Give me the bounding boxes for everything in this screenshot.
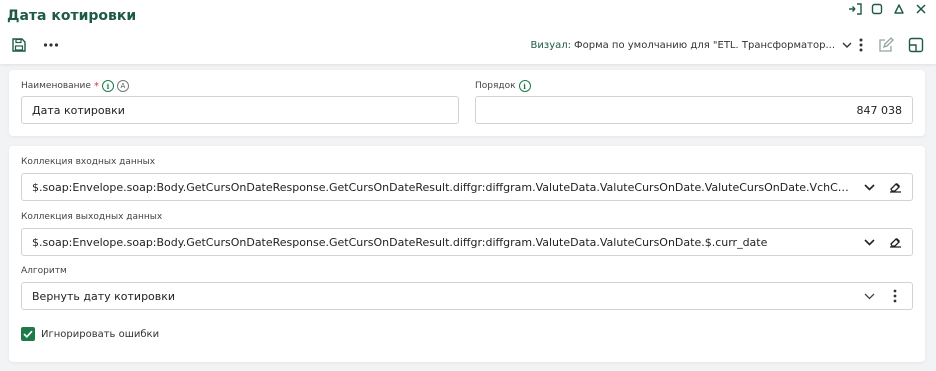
output-collection-field[interactable]: $.soap:Envelope.soap:Body.GetCursOnDateR… (21, 228, 913, 256)
name-field-label: Наименование * i A (21, 80, 129, 92)
visual-selector[interactable]: Визуал: Форма по умолчанию для "ETL. Тра… (531, 39, 854, 51)
algorithm-value: Вернуть дату котировки (32, 289, 176, 303)
output-collection-value: $.soap:Envelope.soap:Body.GetCursOnDateR… (32, 235, 768, 249)
toolbar-right (856, 36, 926, 54)
input-collection-value: $.soap:Envelope.soap:Body.GetCursOnDateR… (32, 180, 852, 194)
order-input[interactable]: 847 038 (475, 96, 913, 124)
algorithm-label: Алгоритм (21, 266, 67, 276)
ignore-errors-row: Игнорировать ошибки (21, 327, 159, 341)
collapse-icon[interactable] (890, 1, 908, 17)
more-vertical-icon[interactable] (888, 289, 902, 303)
visual-value: Форма по умолчанию для "ETL. Трансформат… (574, 39, 835, 51)
auto-translate-icon[interactable]: A (116, 80, 129, 92)
visual-label: Визуал: (530, 39, 571, 51)
name-label-text: Наименование (21, 81, 91, 91)
info-icon[interactable]: i (518, 80, 531, 92)
chevron-down-icon[interactable] (842, 39, 854, 51)
eraser-icon[interactable] (888, 180, 902, 194)
order-label-text: Порядок (475, 81, 516, 91)
chevron-down-icon[interactable] (862, 289, 876, 303)
edit-icon[interactable] (876, 36, 896, 54)
info-icon[interactable]: i (101, 80, 114, 92)
algorithm-select[interactable]: Вернуть дату котировки (21, 282, 913, 310)
name-input[interactable]: Дата котировки (21, 96, 459, 124)
ignore-errors-label: Игнорировать ошибки (41, 328, 160, 340)
order-field-label: Порядок i (475, 80, 531, 92)
more-vertical-icon[interactable] (856, 36, 866, 54)
chevron-down-icon[interactable] (862, 235, 876, 249)
close-icon[interactable] (912, 1, 930, 17)
eraser-icon[interactable] (888, 235, 902, 249)
save-icon[interactable] (9, 36, 29, 54)
output-collection-label: Коллекция выходных данных (21, 212, 163, 222)
input-collection-label: Коллекция входных данных (21, 157, 156, 167)
toolbar-left (9, 36, 61, 54)
ignore-errors-checkbox[interactable] (21, 327, 35, 341)
input-collection-field[interactable]: $.soap:Envelope.soap:Body.GetCursOnDateR… (21, 173, 913, 201)
main-fields-card: Наименование * i A Дата котировки Порядок… (9, 70, 925, 136)
name-input-value: Дата котировки (32, 103, 125, 117)
restore-window-icon[interactable] (868, 1, 886, 17)
panel-layout-icon[interactable] (906, 36, 926, 54)
window-controls (846, 1, 930, 17)
pin-icon[interactable] (846, 1, 864, 17)
required-mark: * (93, 80, 99, 92)
page-title: Дата котировки (7, 8, 137, 24)
more-horizontal-icon[interactable] (41, 36, 61, 54)
chevron-down-icon[interactable] (862, 180, 876, 194)
data-collections-card: Коллекция входных данных $.soap:Envelope… (9, 146, 925, 362)
top-bar: Дата котировки Визуал: Форма по умолчани… (0, 0, 936, 64)
order-input-value: 847 038 (856, 103, 903, 117)
